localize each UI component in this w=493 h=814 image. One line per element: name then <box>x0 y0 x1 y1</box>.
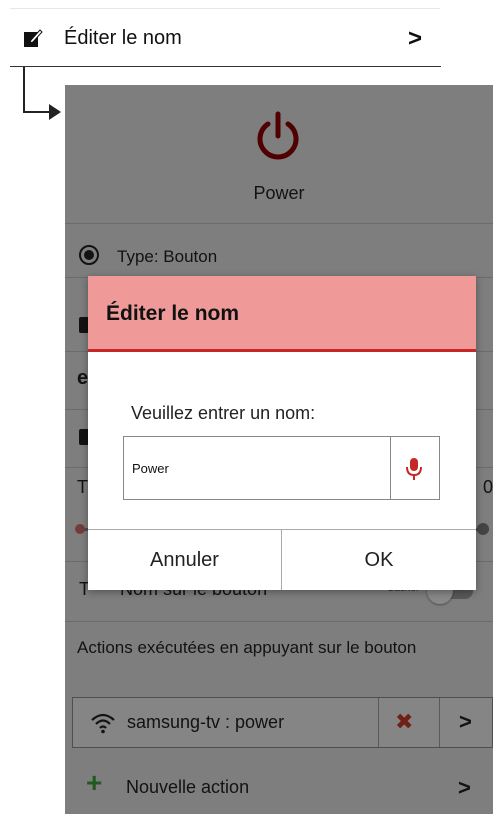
dialog-header: Éditer le nom <box>88 276 476 352</box>
edit-name-label: Éditer le nom <box>64 27 182 49</box>
edit-name-dialog: Éditer le nom Veuillez entrer un nom: An… <box>88 276 476 590</box>
name-input-box <box>123 436 440 500</box>
top-divider <box>10 8 440 9</box>
connector-line-horizontal <box>23 111 51 113</box>
edit-icon <box>24 29 43 47</box>
cancel-button[interactable]: Annuler <box>88 530 281 590</box>
name-input[interactable] <box>124 437 390 499</box>
ok-button[interactable]: OK <box>282 530 476 590</box>
chevron-right-icon: > <box>407 25 422 52</box>
input-divider <box>390 437 391 499</box>
microphone-icon[interactable] <box>404 457 424 481</box>
dialog-prompt: Veuillez entrer un nom: <box>131 403 316 423</box>
connector-line <box>23 67 25 112</box>
arrow-right-icon <box>49 104 61 120</box>
dialog-title: Éditer le nom <box>106 302 240 325</box>
row-underline <box>10 66 441 67</box>
edit-name-row[interactable]: Éditer le nom > <box>10 16 440 60</box>
